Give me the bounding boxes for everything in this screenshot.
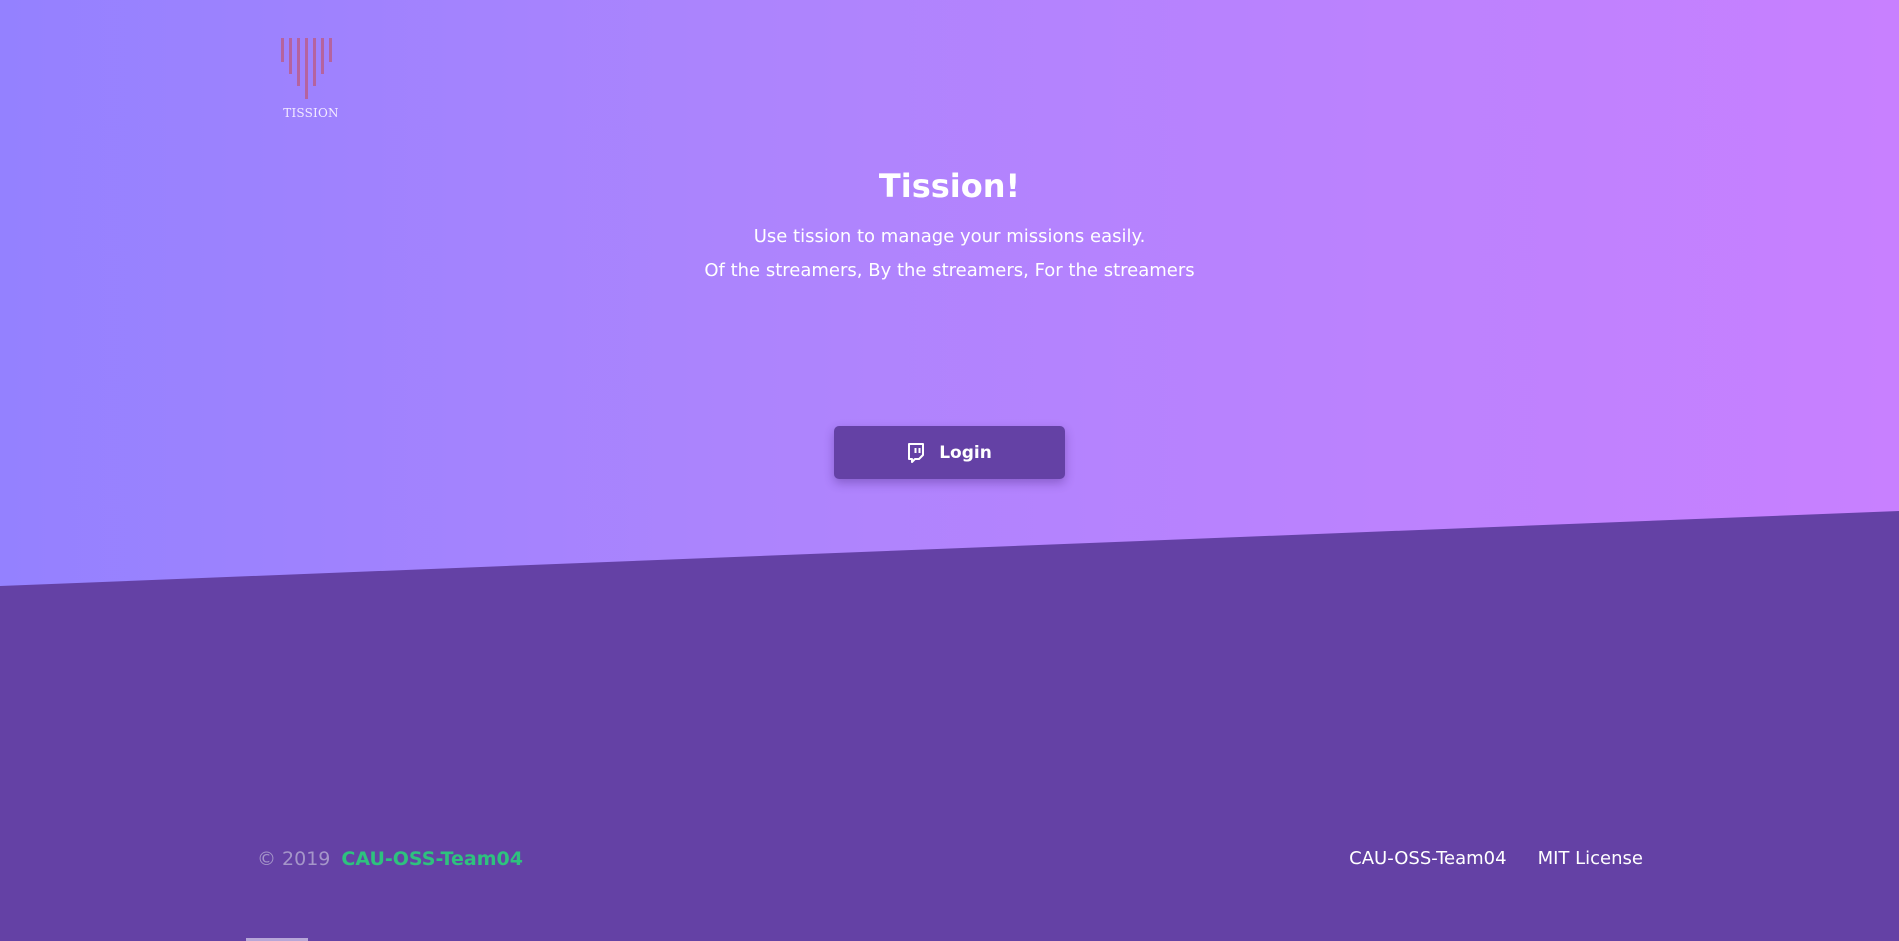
footer-links: CAU-OSS-Team04 MIT License — [1349, 846, 1643, 872]
login-label: Login — [939, 442, 992, 463]
footer-link-team[interactable]: CAU-OSS-Team04 — [1349, 846, 1506, 872]
logo-text: TISSION — [283, 106, 339, 120]
subtitle-line-1: Use tission to manage your missions easi… — [753, 226, 1146, 247]
login-button[interactable]: Login — [834, 426, 1065, 479]
footer-link-license[interactable]: MIT License — [1538, 846, 1643, 872]
twitch-icon — [908, 442, 925, 463]
footer-left: © 2019 CAU-OSS-Team04 — [257, 846, 523, 872]
team-link[interactable]: CAU-OSS-Team04 — [341, 846, 523, 872]
subtitle-line-2: Of the streamers, By the streamers, For … — [704, 260, 1195, 281]
page-title: Tission! — [878, 167, 1021, 205]
landing-page: TISSION Tission! Use tission to manage y… — [0, 0, 1899, 941]
copyright-text: © 2019 — [257, 848, 331, 870]
